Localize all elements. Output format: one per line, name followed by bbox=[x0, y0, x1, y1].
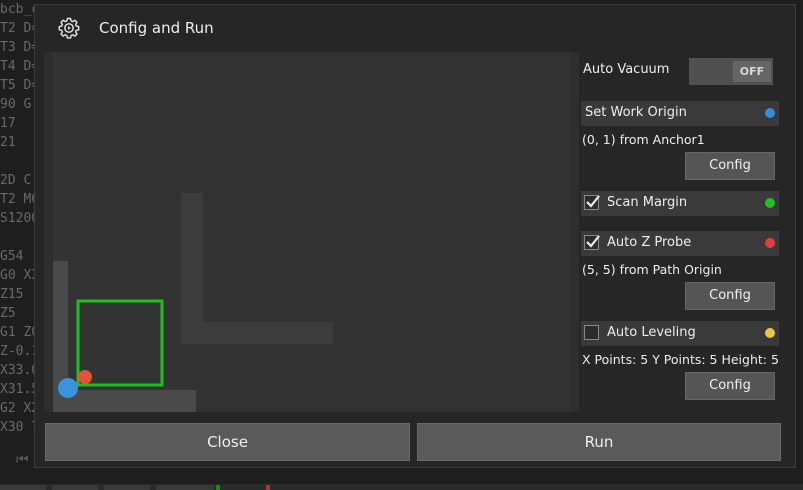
auto-z-probe-label: Auto Z Probe bbox=[607, 235, 692, 250]
set-work-origin-section[interactable]: Set Work Origin bbox=[581, 101, 779, 126]
auto-z-probe-point bbox=[78, 370, 92, 384]
auto-leveling-indicator-dot bbox=[765, 328, 775, 338]
scan-margin-checkbox[interactable] bbox=[584, 195, 600, 210]
skip-back-icon: ⏮ bbox=[16, 452, 29, 468]
dialog-title: Config and Run bbox=[99, 19, 214, 37]
auto-z-probe-section: Auto Z Probe bbox=[581, 231, 779, 256]
scan-margin-section: Scan Margin bbox=[581, 191, 779, 216]
checkmark-icon bbox=[586, 235, 600, 248]
work-origin-info: (0, 1) from Anchor1 bbox=[582, 132, 705, 147]
auto-z-probe-indicator-dot bbox=[765, 238, 775, 248]
auto-vacuum-toggle[interactable]: OFF bbox=[689, 58, 773, 85]
scan-margin-indicator-dot bbox=[765, 198, 775, 208]
workpiece-preview bbox=[44, 193, 333, 412]
auto-leveling-config-button[interactable]: Config bbox=[685, 372, 775, 400]
config-and-run-dialog: Config and Run Auto Vacuum OFF Set Work … bbox=[34, 4, 796, 468]
auto-leveling-label: Auto Leveling bbox=[607, 325, 696, 340]
settings-panel: Auto Vacuum OFF Set Work Origin (0, 1) f… bbox=[579, 52, 785, 414]
gear-play-icon bbox=[57, 16, 81, 40]
auto-leveling-section: Auto Leveling bbox=[581, 321, 779, 346]
workpiece-outline-horizontal bbox=[181, 322, 333, 344]
work-origin-config-button[interactable]: Config bbox=[685, 152, 775, 180]
path-preview-area bbox=[44, 52, 579, 412]
auto-z-probe-config-button[interactable]: Config bbox=[685, 282, 775, 310]
background-toolbar bbox=[0, 484, 803, 490]
checkmark-icon bbox=[586, 195, 600, 208]
work-origin-indicator-dot bbox=[765, 108, 775, 118]
auto-leveling-info: X Points: 5 Y Points: 5 Height: 5 bbox=[582, 352, 779, 367]
work-origin-point bbox=[58, 378, 78, 398]
auto-vacuum-toggle-state: OFF bbox=[733, 61, 771, 82]
workpiece-outline-vertical bbox=[181, 193, 203, 343]
auto-z-probe-info: (5, 5) from Path Origin bbox=[582, 262, 722, 277]
dialog-title-bar: Config and Run bbox=[35, 5, 795, 51]
auto-z-probe-checkbox[interactable] bbox=[584, 235, 600, 250]
set-work-origin-label: Set Work Origin bbox=[585, 105, 687, 120]
auto-leveling-checkbox[interactable] bbox=[584, 325, 599, 340]
run-button[interactable]: Run bbox=[417, 423, 781, 461]
scan-margin-box bbox=[76, 299, 164, 387]
scan-margin-label: Scan Margin bbox=[607, 195, 688, 210]
auto-vacuum-label: Auto Vacuum bbox=[583, 62, 670, 77]
close-button[interactable]: Close bbox=[45, 423, 410, 461]
path-preview-canvas[interactable] bbox=[44, 52, 570, 412]
